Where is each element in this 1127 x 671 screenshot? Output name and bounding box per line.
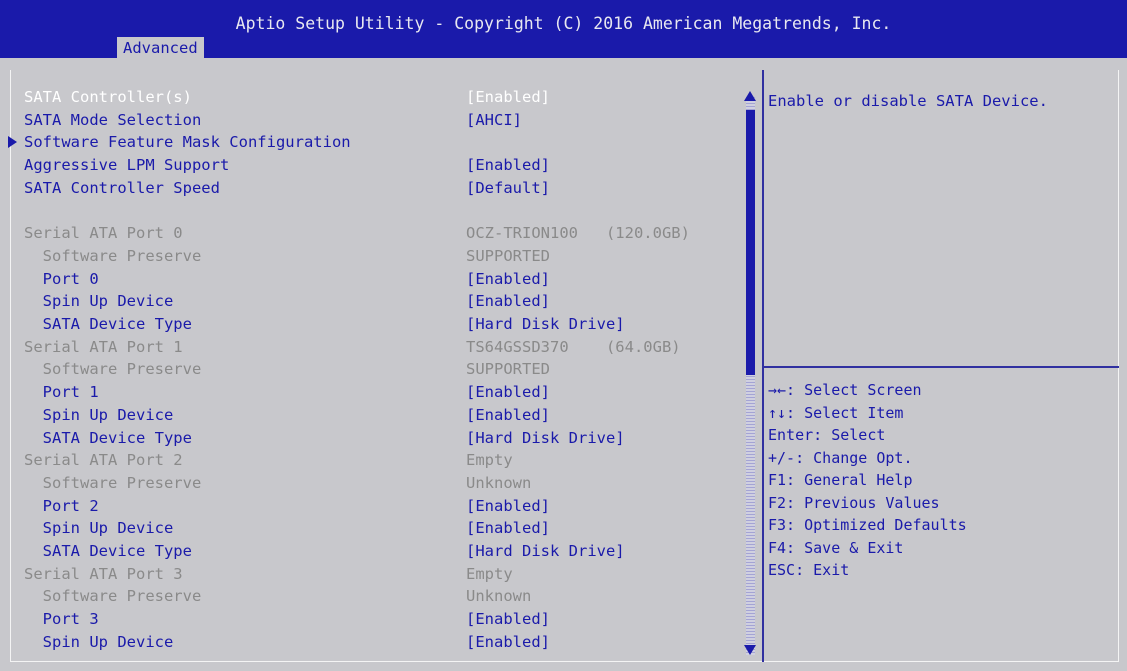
setting-label-text: Software Feature Mask Configuration xyxy=(24,133,351,152)
setting-label[interactable]: SATA Mode Selection xyxy=(24,109,201,132)
setting-label: Serial ATA Port 3 xyxy=(24,563,183,586)
setting-value[interactable]: [Enabled] xyxy=(466,608,550,631)
setting-value: OCZ-TRION100 (120.0GB) xyxy=(466,224,690,243)
setting-label-text: Spin Up Device xyxy=(24,405,174,424)
title: Aptio Setup Utility - Copyright (C) 2016… xyxy=(235,14,892,33)
setting-label[interactable]: Spin Up Device xyxy=(24,517,174,540)
setting-label-text: Port 1 xyxy=(24,383,99,402)
setting-label-text: Aggressive LPM Support xyxy=(24,156,230,175)
setting-label-text: Port 0 xyxy=(24,269,99,288)
setting-value: SUPPORTED xyxy=(466,246,550,265)
setting-label[interactable]: SATA Controller Speed xyxy=(24,177,220,200)
key-hint: +/-: Change Opt. xyxy=(768,448,913,467)
scroll-up-arrow-icon[interactable] xyxy=(744,91,756,101)
submenu-arrow-icon xyxy=(8,135,17,148)
setting-label[interactable]: SATA Device Type xyxy=(24,313,192,336)
setting-label-text: SATA Mode Selection xyxy=(24,110,202,129)
key-hint: ↑↓: Select Item xyxy=(768,403,904,422)
setting-value[interactable]: [Enabled] xyxy=(466,404,550,427)
setting-label[interactable]: SATA Controller(s) xyxy=(24,86,192,109)
setting-label-text: Software Preserve xyxy=(24,246,202,265)
setting-label[interactable]: Port 2 xyxy=(24,495,99,518)
setting-value[interactable]: [AHCI] xyxy=(466,109,522,132)
scrollbar-thumb[interactable] xyxy=(746,110,755,375)
setting-label[interactable]: Spin Up Device xyxy=(24,631,174,654)
setting-value[interactable]: [Enabled] xyxy=(466,268,550,291)
setting-label-text: SATA Controller Speed xyxy=(24,178,220,197)
setting-value[interactable]: [Enabled] xyxy=(466,631,550,654)
setting-label-text: SATA Device Type xyxy=(24,542,192,560)
setting-value[interactable]: [Enabled] xyxy=(466,495,550,518)
setting-label-text: Serial ATA Port 3 xyxy=(24,564,183,583)
key-hint: F1: General Help xyxy=(768,471,913,489)
setting-value[interactable]: [Enabled] xyxy=(466,381,550,404)
setting-value: [Enabled] xyxy=(466,88,550,106)
help-description: Enable or disable SATA Device. xyxy=(768,92,1048,110)
setting-value[interactable]: [Default] xyxy=(466,177,550,200)
setting-label: Serial ATA Port 2 xyxy=(24,449,183,472)
setting-label: Software Preserve xyxy=(24,472,202,495)
setting-value[interactable]: [Enabled] xyxy=(466,154,550,177)
setting-label: Serial ATA Port 1 xyxy=(24,336,183,359)
key-hint: F2: Previous Values xyxy=(768,493,940,512)
setting-label: Software Preserve xyxy=(24,245,202,268)
bios-screen: Aptio Setup Utility - Copyright (C) 2016… xyxy=(0,0,1127,671)
setting-label[interactable]: Port 1 xyxy=(24,381,99,404)
setting-label-text: Port 3 xyxy=(24,610,99,629)
key-hint: →←: Select Screen xyxy=(768,381,922,399)
setting-value: Empty xyxy=(466,451,513,470)
setting-value: SUPPORTED xyxy=(466,360,550,379)
setting-label-text: Spin Up Device xyxy=(24,632,174,651)
setting-label-text: Serial ATA Port 0 xyxy=(24,224,183,243)
setting-label[interactable]: Port 0 xyxy=(24,268,99,291)
setting-value[interactable]: [Enabled] xyxy=(466,517,550,540)
scroll-down-arrow-icon[interactable] xyxy=(744,645,756,655)
title-bar: Aptio Setup Utility - Copyright (C) 2016… xyxy=(0,0,1127,59)
key-hint: F3: Optimized Defaults xyxy=(768,516,967,534)
setting-value: Empty xyxy=(466,564,513,583)
setting-value[interactable]: [Hard Disk Drive] xyxy=(466,313,625,336)
key-hint: F4: Save & Exit xyxy=(768,538,904,557)
setting-label[interactable]: SATA Device Type xyxy=(24,427,192,450)
setting-label[interactable]: Spin Up Device xyxy=(24,290,174,313)
key-hint: Enter: Select xyxy=(768,426,886,444)
setting-label[interactable]: SATA Device Type xyxy=(24,540,192,563)
setting-label[interactable]: Port 3 xyxy=(24,608,99,631)
help-separator xyxy=(764,366,1119,368)
setting-label: Serial ATA Port 0 xyxy=(24,222,183,245)
key-hint: ESC: Exit xyxy=(768,561,850,579)
setting-label-text: SATA Device Type xyxy=(24,428,192,447)
setting-label: Software Preserve xyxy=(24,358,202,381)
setting-label-text: SATA Controller(s) xyxy=(24,88,192,106)
setting-value[interactable]: [Hard Disk Drive] xyxy=(466,427,625,450)
setting-label[interactable]: Software Feature Mask Configuration xyxy=(8,131,351,154)
setting-value: Unknown xyxy=(466,587,532,606)
setting-value[interactable]: [Hard Disk Drive] xyxy=(466,540,625,563)
setting-value: TS64GSSD370 (64.0GB) xyxy=(466,337,681,356)
setting-label-text: Software Preserve xyxy=(24,473,202,492)
setting-label-text: Software Preserve xyxy=(24,360,202,379)
tab-advanced[interactable]: Advanced xyxy=(117,37,204,59)
setting-label[interactable]: Aggressive LPM Support xyxy=(24,154,229,177)
setting-label-text: Port 2 xyxy=(24,496,99,515)
setting-label-text: Spin Up Device xyxy=(24,292,174,311)
setting-label-text: Serial ATA Port 2 xyxy=(24,451,183,470)
setting-label[interactable]: Spin Up Device xyxy=(24,404,174,427)
setting-label: Software Preserve xyxy=(24,585,202,608)
setting-label-text: Spin Up Device xyxy=(24,519,174,538)
setting-label-text: Serial ATA Port 1 xyxy=(24,337,183,356)
setting-label-text: SATA Device Type xyxy=(24,315,192,333)
setting-label-text: Software Preserve xyxy=(24,587,202,606)
setting-value[interactable]: [Enabled] xyxy=(466,290,550,313)
setting-value: Unknown xyxy=(466,473,532,492)
